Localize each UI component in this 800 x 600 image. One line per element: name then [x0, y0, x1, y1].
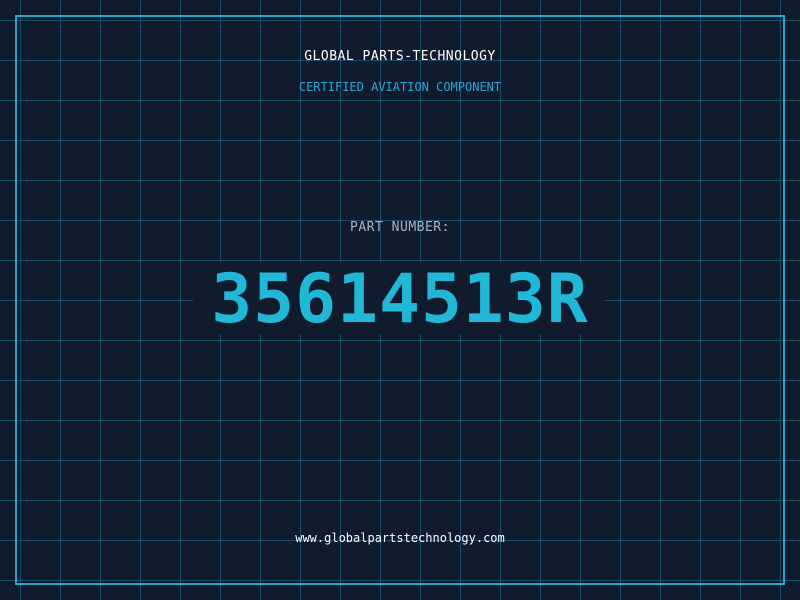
tagline: CERTIFIED AVIATION COMPONENT — [298, 80, 502, 94]
website-url: www.globalpartstechnology.com — [295, 531, 505, 545]
brand-name: GLOBAL PARTS-TECHNOLOGY — [304, 49, 496, 64]
part-number-label: PART NUMBER: — [350, 220, 450, 235]
part-number-value: 35614513R — [211, 260, 589, 339]
